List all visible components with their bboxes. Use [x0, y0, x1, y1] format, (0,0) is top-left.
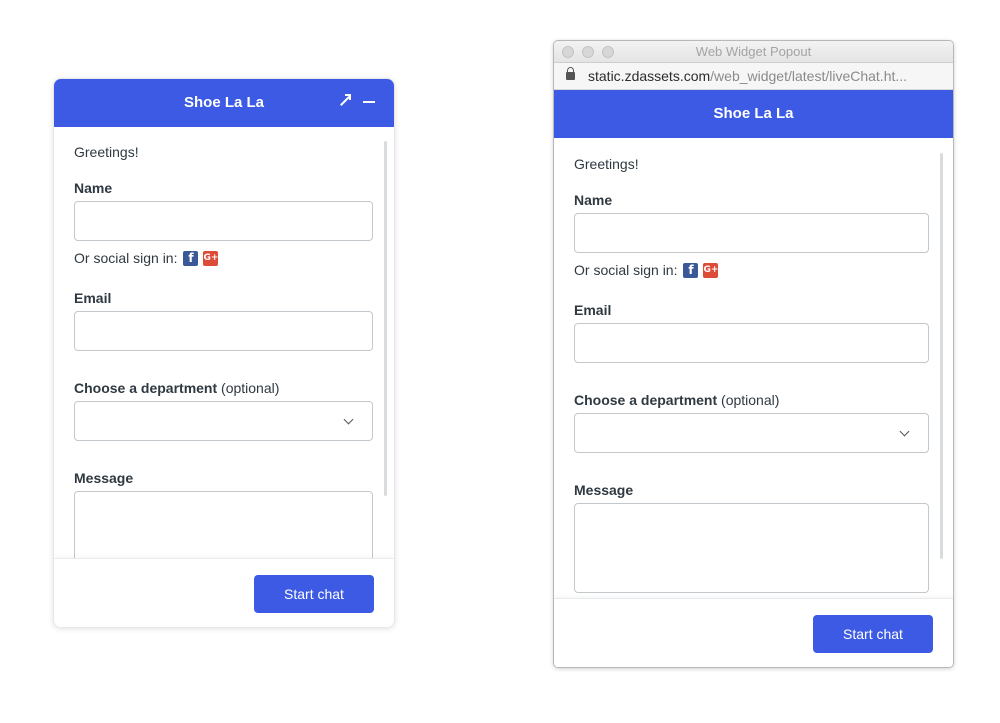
email-label: Email [574, 302, 612, 318]
embedded-chat-widget: Shoe La La Greetings! Name Or social sig… [53, 78, 395, 628]
message-label: Message [74, 470, 134, 486]
greeting-text: Greetings! [74, 144, 139, 160]
facebook-icon[interactable]: f [683, 262, 699, 278]
address-bar[interactable]: static.zdassets.com/web_widget/latest/li… [554, 63, 953, 90]
popout-widget-title: Shoe La La [713, 105, 794, 122]
name-label: Name [74, 180, 113, 196]
popout-arrow-icon[interactable] [336, 92, 354, 110]
url-host: static.zdassets.com [588, 68, 711, 84]
email-input[interactable] [574, 323, 929, 363]
name-input[interactable] [574, 213, 929, 253]
name-input[interactable] [74, 201, 373, 241]
name-label: Name [574, 192, 613, 208]
minimize-icon[interactable] [360, 92, 378, 110]
facebook-icon[interactable]: f [183, 250, 199, 266]
google-plus-icon[interactable]: G+ [703, 262, 719, 278]
popout-prechat-form: Greetings! Name Or social sign in: f G+ … [554, 139, 953, 600]
widget-footer: Start chat [54, 558, 394, 627]
window-titlebar: Web Widget Popout [554, 41, 953, 63]
start-chat-button[interactable]: Start chat [813, 615, 933, 653]
popout-widget-footer: Start chat [554, 598, 953, 667]
chevron-down-icon [343, 414, 354, 425]
chevron-down-icon [899, 426, 910, 437]
widget-header: Shoe La La [54, 79, 394, 127]
lock-icon [566, 67, 575, 80]
popout-widget-header: Shoe La La [554, 90, 953, 138]
department-label: Choose a department (optional) [574, 392, 779, 408]
email-input[interactable] [74, 311, 373, 351]
prechat-form: Greetings! Name Or social sign in: f G+ … [54, 127, 394, 560]
message-label: Message [574, 482, 634, 498]
department-label-text: Choose a department [574, 392, 718, 408]
email-label: Email [74, 290, 112, 306]
scrollbar[interactable] [940, 153, 943, 559]
url-path: /web_widget/latest/liveChat.ht... [710, 68, 908, 84]
social-sign-in-label: Or social sign in: [74, 250, 178, 266]
google-plus-icon[interactable]: G+ [203, 250, 219, 266]
popout-browser-window: Web Widget Popout static.zdassets.com/we… [553, 40, 954, 668]
social-sign-in: Or social sign in: f G+ [574, 262, 719, 278]
scrollbar[interactable] [384, 141, 387, 496]
message-textarea[interactable] [574, 503, 929, 593]
department-label-text: Choose a department [74, 380, 218, 396]
department-label: Choose a department (optional) [74, 380, 279, 396]
social-sign-in: Or social sign in: f G+ [74, 250, 219, 266]
start-chat-button[interactable]: Start chat [254, 575, 374, 613]
department-select[interactable] [74, 401, 373, 441]
optional-hint: (optional) [721, 392, 780, 408]
greeting-text: Greetings! [574, 156, 639, 172]
message-textarea[interactable] [74, 491, 373, 560]
window-title: Web Widget Popout [695, 44, 812, 59]
department-select[interactable] [574, 413, 929, 453]
social-sign-in-label: Or social sign in: [574, 262, 678, 278]
page-url[interactable]: static.zdassets.com/web_widget/latest/li… [588, 68, 938, 84]
optional-hint: (optional) [221, 380, 280, 396]
